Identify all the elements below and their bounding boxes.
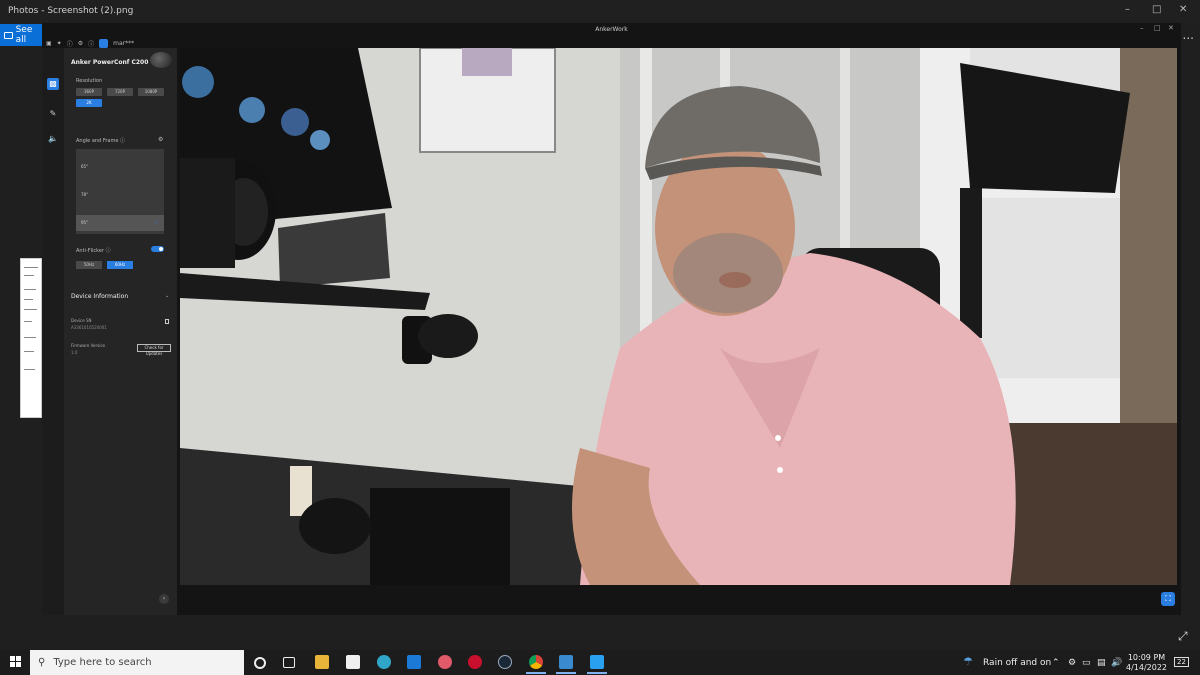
camera-thumbnail — [150, 52, 172, 68]
settings-panel: Anker PowerConf C200 Resolution 360P 720… — [64, 48, 177, 615]
info-icon[interactable]: ⓘ — [88, 39, 94, 48]
file-explorer-icon[interactable] — [315, 655, 329, 669]
weather-text[interactable]: Rain off and on — [983, 658, 1051, 668]
photos-window-title: Photos - Screenshot (2).png — [8, 6, 134, 16]
anti-flicker-toggle[interactable] — [151, 246, 164, 252]
camera-preview-image — [180, 48, 1177, 585]
firmware-label: Firmware Version — [71, 343, 106, 348]
device-sn-label: Device SN — [71, 318, 92, 323]
expand-icon[interactable]: ⤢ — [1178, 629, 1188, 644]
steam-icon[interactable] — [498, 655, 512, 669]
angle-78-option[interactable]: 78° — [76, 187, 164, 203]
battery-icon[interactable]: ▭ — [1082, 658, 1091, 668]
frame-settings-icon[interactable]: ⚙ — [158, 136, 163, 143]
camera-preview — [180, 48, 1177, 585]
angle-options: 65° 78° 95° ✓ — [76, 149, 164, 234]
search-placeholder: Type here to search — [53, 657, 152, 668]
anker-close-icon[interactable]: ✕ — [1168, 24, 1174, 32]
volume-icon[interactable]: 🔊 — [1111, 658, 1122, 668]
audio-tab-icon[interactable]: 🔈 — [47, 133, 59, 145]
store-icon[interactable] — [346, 655, 360, 669]
close-icon[interactable]: ✕ — [1179, 4, 1187, 15]
hz-60-button[interactable]: 60Hz — [107, 261, 133, 269]
copy-icon[interactable] — [165, 319, 169, 324]
resolution-2k-button[interactable]: 2K — [76, 99, 102, 107]
background-window-thumbnail — [20, 258, 42, 418]
mail-icon[interactable] — [407, 655, 421, 669]
check-icon: ✓ — [154, 220, 159, 226]
settings-icon[interactable]: ⚙ — [78, 40, 83, 47]
cortana-icon[interactable] — [254, 657, 266, 669]
edge-icon[interactable] — [377, 655, 391, 669]
photos-icon — [4, 31, 13, 39]
firmware-value: 1.0 — [71, 350, 78, 355]
angle-95-label: 95° — [81, 220, 89, 225]
angle-frame-label: Angle and Frame ⓘ — [76, 137, 125, 144]
clock[interactable]: 10:09 PM 4/14/2022 — [1126, 653, 1167, 673]
photos-titlebar: Photos - Screenshot (2).png – □ ✕ — [0, 0, 1200, 22]
tray-chevron-icon[interactable]: ⌃ — [1052, 658, 1060, 668]
fullscreen-button[interactable]: ⛶ — [1161, 592, 1175, 606]
weather-icon[interactable]: ☂ — [963, 655, 973, 668]
user-avatar-icon[interactable] — [99, 38, 109, 48]
chrome-icon[interactable] — [526, 655, 546, 674]
help-icon[interactable]: ⓘ — [67, 39, 73, 48]
photos-more-icon[interactable]: ... — [1183, 28, 1194, 42]
clock-date: 4/14/2022 — [1126, 663, 1168, 672]
chevron-down-icon[interactable]: ⌄ — [165, 293, 169, 299]
taskbar: ⚲ Type here to search ☂ Rain off and on … — [0, 650, 1200, 675]
angle-frame-label-text: Angle and Frame — [76, 138, 119, 144]
device-sn-value: A3361010520001 — [71, 325, 107, 330]
device-name: Anker PowerConf C200 — [71, 59, 149, 66]
side-rail: ▩ ✎ 🔈 — [42, 48, 64, 615]
network-icon[interactable]: ▤ — [1097, 658, 1106, 668]
edit-tab-icon[interactable]: ✎ — [47, 108, 59, 120]
see-all-button[interactable]: See all — [0, 24, 44, 46]
ankerwork-window: AnkerWork – □ ✕ ▣ ✦ ⓘ ⚙ ⓘ mar*** ▩ ✎ 🔈 A… — [42, 23, 1181, 615]
user-name[interactable]: mar*** — [113, 40, 134, 47]
anti-flicker-label: Anti-Flicker ⓘ — [76, 247, 111, 254]
resolution-1080p-button[interactable]: 1080P — [138, 88, 164, 96]
angle-info-icon[interactable]: ⓘ — [120, 138, 125, 144]
anti-flicker-info-icon[interactable]: ⓘ — [106, 248, 111, 254]
task-view-icon[interactable] — [283, 657, 295, 668]
resolution-label: Resolution — [76, 78, 103, 84]
anker-maximize-icon[interactable]: □ — [1154, 24, 1161, 32]
camera-tab-icon[interactable]: ▩ — [47, 78, 59, 90]
app-icon[interactable] — [438, 655, 452, 669]
maximize-icon[interactable]: □ — [1152, 4, 1161, 15]
anker-minimize-icon[interactable]: – — [1140, 24, 1144, 32]
start-windows-icon[interactable] — [10, 656, 21, 667]
anti-flicker-text: Anti-Flicker — [76, 248, 104, 254]
opera-icon[interactable] — [468, 655, 482, 669]
screenshot-icon[interactable]: ▣ — [46, 40, 52, 47]
ankerwork-title: AnkerWork — [595, 26, 628, 33]
device-information-header[interactable]: Device Information — [71, 293, 128, 300]
clock-time: 10:09 PM — [1127, 653, 1166, 662]
photos-taskbar-icon[interactable] — [556, 655, 576, 674]
notifications-icon[interactable]: 22 — [1174, 657, 1189, 667]
resolution-720p-button[interactable]: 720P — [107, 88, 133, 96]
effects-icon[interactable]: ✦ — [57, 40, 62, 47]
angle-95-option[interactable]: 95° ✓ — [76, 215, 164, 231]
ankerwork-taskbar-icon[interactable] — [587, 655, 607, 674]
minimize-icon[interactable]: – — [1125, 4, 1130, 15]
search-icon: ⚲ — [38, 657, 46, 668]
check-updates-button[interactable]: Check for Updates — [137, 344, 171, 356]
angle-65-option[interactable]: 65° — [76, 159, 164, 175]
hz-50-button[interactable]: 50Hz — [76, 261, 102, 269]
taskbar-search[interactable]: ⚲ Type here to search — [30, 650, 244, 675]
see-all-label: See all — [15, 25, 33, 45]
resolution-360p-button[interactable]: 360P — [76, 88, 102, 96]
tray-app-icon[interactable]: ⚙ — [1068, 658, 1076, 668]
collapse-panel-icon[interactable]: ‹ — [159, 594, 169, 604]
